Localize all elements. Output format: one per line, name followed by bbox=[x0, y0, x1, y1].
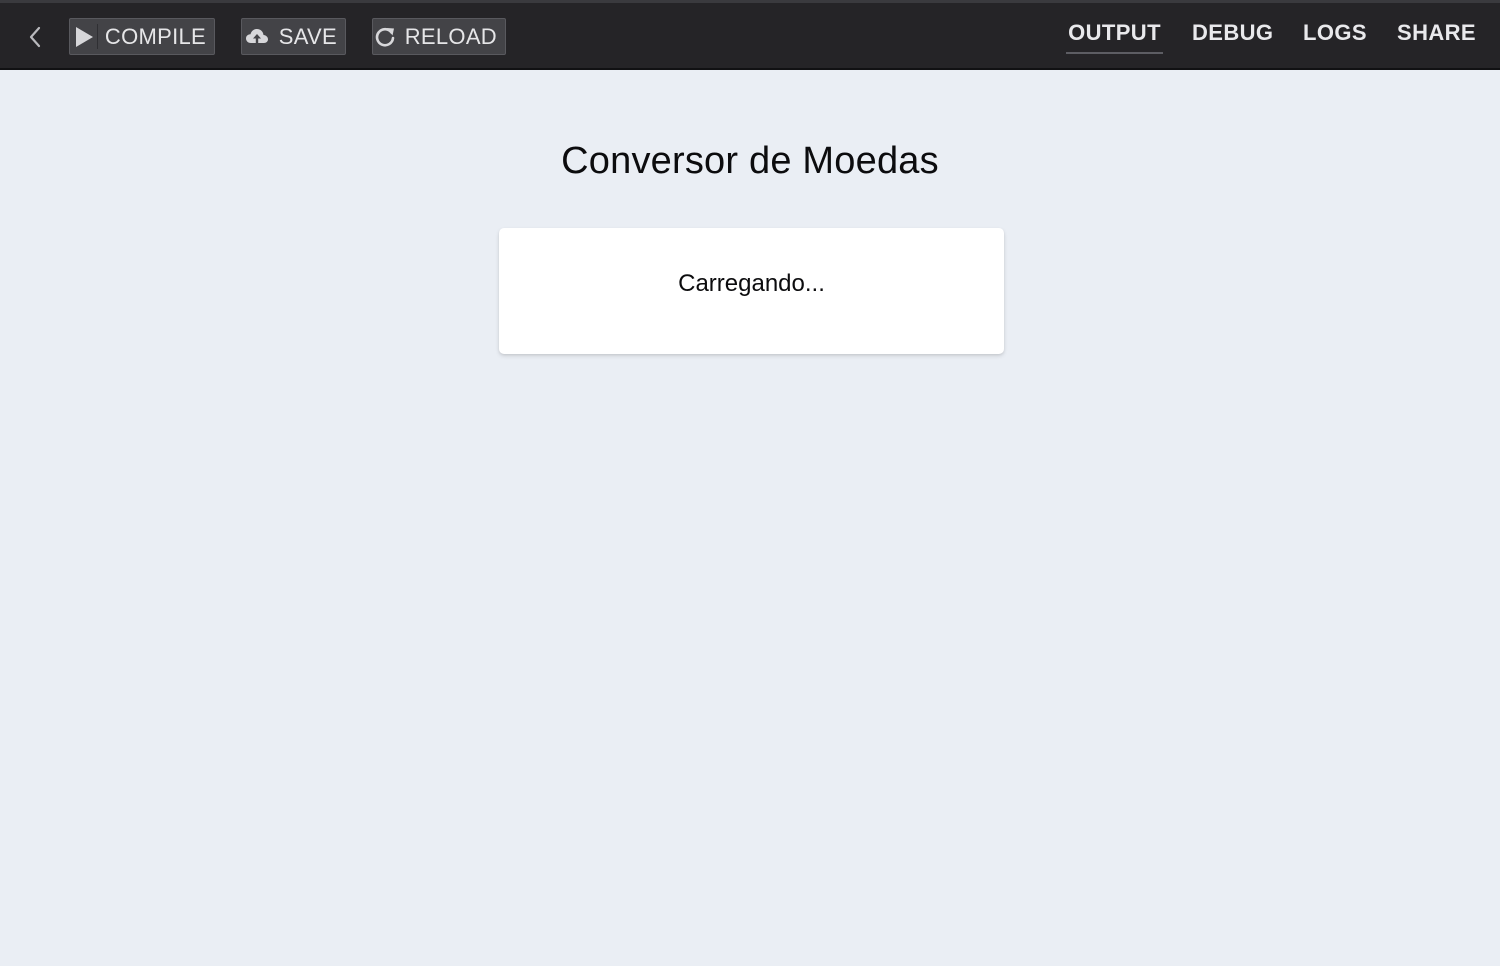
tab-logs[interactable]: LOGS bbox=[1303, 20, 1367, 54]
loading-text: Carregando... bbox=[678, 270, 825, 297]
page-title: Conversor de Moedas bbox=[561, 140, 939, 182]
tab-share[interactable]: SHARE bbox=[1397, 20, 1476, 54]
tab-output[interactable]: OUTPUT bbox=[1066, 20, 1163, 54]
output-tabs: OUTPUT DEBUG LOGS SHARE bbox=[0, 3, 1500, 71]
top-toolbar: COMPILE SAVE RELOAD OUTPUT DEBUG LOGS SH… bbox=[0, 0, 1500, 70]
tab-debug[interactable]: DEBUG bbox=[1192, 20, 1273, 54]
converter-card: Carregando... bbox=[499, 228, 1004, 354]
